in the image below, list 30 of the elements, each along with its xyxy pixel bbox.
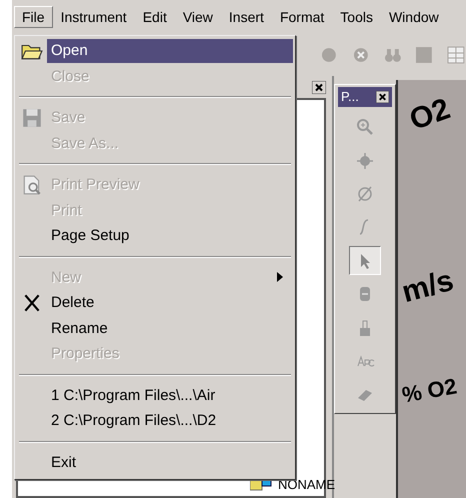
crosshair-icon <box>355 150 375 171</box>
menu-bar-item[interactable]: View <box>174 6 221 28</box>
save-icon <box>21 108 43 128</box>
tool-button[interactable] <box>349 246 381 276</box>
menu-bar-item[interactable]: File <box>14 6 53 28</box>
menu-item[interactable]: Rename <box>47 316 293 340</box>
menu-bar-item[interactable]: Insert <box>220 6 272 28</box>
menu-item[interactable]: 1 C:\Program Files\...\Air <box>47 383 293 408</box>
print-preview-icon <box>21 174 43 195</box>
gauge-label: O2 <box>405 92 455 138</box>
square-icon[interactable] <box>414 45 434 65</box>
gauge-label: m/s <box>398 264 458 310</box>
menu-item[interactable]: Page Setup <box>47 224 293 248</box>
close-button[interactable] <box>312 80 326 94</box>
menu-item[interactable]: 2 C:\Program Files\...\D2 <box>47 408 293 433</box>
palette-title: P... <box>341 89 359 104</box>
zoom-icon <box>355 117 375 138</box>
menu-item[interactable]: Exit <box>47 450 293 474</box>
circle-icon[interactable] <box>319 45 339 65</box>
submenu-arrow-icon <box>277 272 283 282</box>
menu-bar-item[interactable]: Edit <box>134 6 175 28</box>
menu-bar-item[interactable]: Window <box>380 6 447 28</box>
menu-bar-item[interactable]: Tools <box>332 6 381 28</box>
menu-item[interactable]: Delete <box>47 290 293 315</box>
menu-bar-item[interactable]: Instrument <box>52 6 135 28</box>
gauge-label: % O2 <box>400 373 459 409</box>
close-button[interactable] <box>376 90 389 103</box>
grid-icon[interactable] <box>446 45 466 65</box>
menu-bar-item[interactable]: Format <box>272 6 332 28</box>
menu-item[interactable]: Open <box>47 38 293 63</box>
